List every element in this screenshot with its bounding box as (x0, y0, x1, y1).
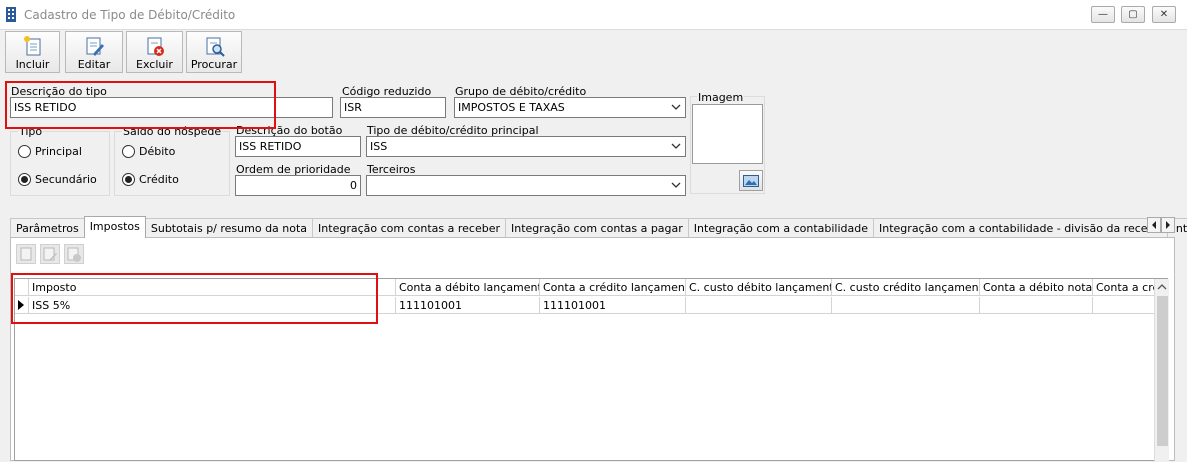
maximize-button[interactable]: ▢ (1121, 6, 1145, 23)
editar-button[interactable]: Editar (65, 31, 123, 73)
column-header-conta-credito-nota[interactable]: Conta a cré (1093, 279, 1154, 296)
cell-conta-debito-lancamento[interactable]: 111101001 (396, 297, 540, 314)
scroll-up-button[interactable] (1155, 279, 1169, 295)
app-icon (6, 7, 16, 22)
tab-subtotais[interactable]: Subtotais p/ resumo da nota (144, 218, 314, 238)
tipo-principal-label: Principal (35, 145, 82, 158)
tab-contabilidade-divisao[interactable]: Integração com a contabilidade - divisão… (873, 218, 1168, 238)
window-title: Cadastro de Tipo de Débito/Crédito (24, 8, 236, 22)
tab-parametros[interactable]: Parâmetros (10, 218, 85, 238)
title-bar: Cadastro de Tipo de Débito/Crédito (0, 0, 1187, 30)
column-header-imposto[interactable]: Imposto (29, 279, 396, 296)
tipo-secundario-radio[interactable]: Secundário (18, 173, 97, 186)
imagem-box[interactable] (692, 104, 763, 164)
tipo-secundario-label: Secundário (35, 173, 97, 186)
procurar-icon (206, 37, 225, 57)
tab-scroll-right[interactable] (1161, 217, 1175, 233)
descricao-input[interactable]: ISS RETIDO (10, 97, 333, 118)
dropdown-arrow-icon (671, 104, 681, 110)
row-indicator (15, 297, 29, 314)
minimize-icon: — (1098, 9, 1108, 20)
procurar-label: Procurar (190, 58, 238, 71)
grupo-value: IMPOSTOS E TAXAS (458, 101, 565, 114)
tab-contas-receber[interactable]: Integração com contas a receber (312, 218, 506, 238)
grid-delete-icon (67, 247, 81, 262)
cell-ccusto-credito-lancamento[interactable] (832, 297, 980, 314)
dropdown-arrow-icon (671, 143, 681, 149)
codigo-input[interactable]: ISR (340, 97, 446, 118)
saldo-group (114, 131, 230, 196)
incluir-label: Incluir (15, 58, 50, 71)
botao-input[interactable]: ISS RETIDO (235, 136, 361, 157)
cell-imposto[interactable]: ISS 5% (29, 297, 396, 314)
terceiros-select[interactable] (366, 175, 686, 196)
scroll-right-icon (1166, 221, 1170, 229)
minimize-button[interactable]: — (1091, 6, 1115, 23)
image-picker-icon (743, 175, 759, 187)
scroll-up-icon (1157, 284, 1167, 290)
grid-edit-icon (43, 247, 57, 261)
saldo-credito-label: Crédito (139, 173, 179, 186)
impostos-grid[interactable]: Imposto Conta a débito lançamento Conta … (14, 278, 1169, 462)
editar-label: Editar (77, 58, 111, 71)
close-icon: ✕ (1159, 9, 1169, 20)
tab-contabilidade[interactable]: Integração com a contabilidade (687, 218, 875, 238)
excluir-label: Excluir (136, 58, 173, 71)
saldo-credito-radio[interactable]: Crédito (122, 173, 179, 186)
grid-edit-button[interactable] (40, 244, 60, 264)
saldo-debito-radio[interactable]: Débito (122, 145, 175, 158)
tab-impostos[interactable]: Impostos (83, 216, 146, 238)
excluir-icon (147, 37, 164, 56)
saldo-label: Saldo do hóspede (122, 125, 223, 138)
tab-strip: Parâmetros Impostos Subtotais p/ resumo … (10, 216, 1187, 238)
column-header-conta-debito-nota[interactable]: Conta a débito nota (980, 279, 1093, 296)
cell-ccusto-debito-lancamento[interactable] (686, 297, 832, 314)
close-button[interactable]: ✕ (1152, 6, 1176, 23)
tab-contas-pagar[interactable]: Integração com contas a pagar (505, 218, 689, 238)
maximize-icon: ▢ (1128, 9, 1138, 20)
radio-dot-selected (18, 173, 31, 186)
grupo-select[interactable]: IMPOSTOS E TAXAS (454, 97, 686, 118)
column-header-ccusto-debito-lancamento[interactable]: C. custo débito lançamento (686, 279, 832, 296)
grid-add-icon (20, 247, 32, 261)
cell-conta-credito-nota[interactable] (1093, 297, 1154, 314)
vertical-scrollbar[interactable] (1154, 279, 1169, 462)
cell-conta-credito-lancamento[interactable]: 111101001 (540, 297, 686, 314)
ordem-input[interactable]: 0 (235, 175, 361, 196)
radio-dot-selected (122, 173, 135, 186)
row-indicator-header (15, 279, 29, 296)
scroll-thumb[interactable] (1157, 296, 1168, 446)
row-pointer-icon (18, 300, 24, 310)
tipo-principal-select[interactable]: ISS (366, 136, 686, 157)
saldo-debito-label: Débito (139, 145, 176, 158)
cell-conta-debito-nota[interactable] (980, 297, 1093, 314)
incluir-button[interactable]: Incluir (5, 31, 60, 73)
excluir-button[interactable]: Excluir (126, 31, 183, 73)
column-header-conta-credito-lancamento[interactable]: Conta a crédito lançamento (540, 279, 686, 296)
tab-scroll-left[interactable] (1147, 217, 1161, 233)
tipo-principal-value: ISS (370, 140, 388, 153)
imagem-label: Imagem (697, 91, 745, 104)
incluir-icon (23, 36, 40, 56)
image-picker-button[interactable] (739, 170, 763, 191)
tipo-label: Tipo (18, 125, 44, 138)
grid-delete-button[interactable] (64, 244, 84, 264)
grid-add-button[interactable] (16, 244, 36, 264)
procurar-button[interactable]: Procurar (186, 31, 242, 73)
tipo-group (10, 131, 110, 196)
column-header-conta-debito-lancamento[interactable]: Conta a débito lançamento (396, 279, 540, 296)
dropdown-arrow-icon (671, 182, 681, 188)
radio-dot (122, 145, 135, 158)
column-header-ccusto-credito-lancamento[interactable]: C. custo crédito lançamento (832, 279, 980, 296)
scroll-left-icon (1152, 221, 1156, 229)
tipo-principal-radio[interactable]: Principal (18, 145, 82, 158)
radio-dot (18, 145, 31, 158)
editar-icon (86, 37, 104, 56)
